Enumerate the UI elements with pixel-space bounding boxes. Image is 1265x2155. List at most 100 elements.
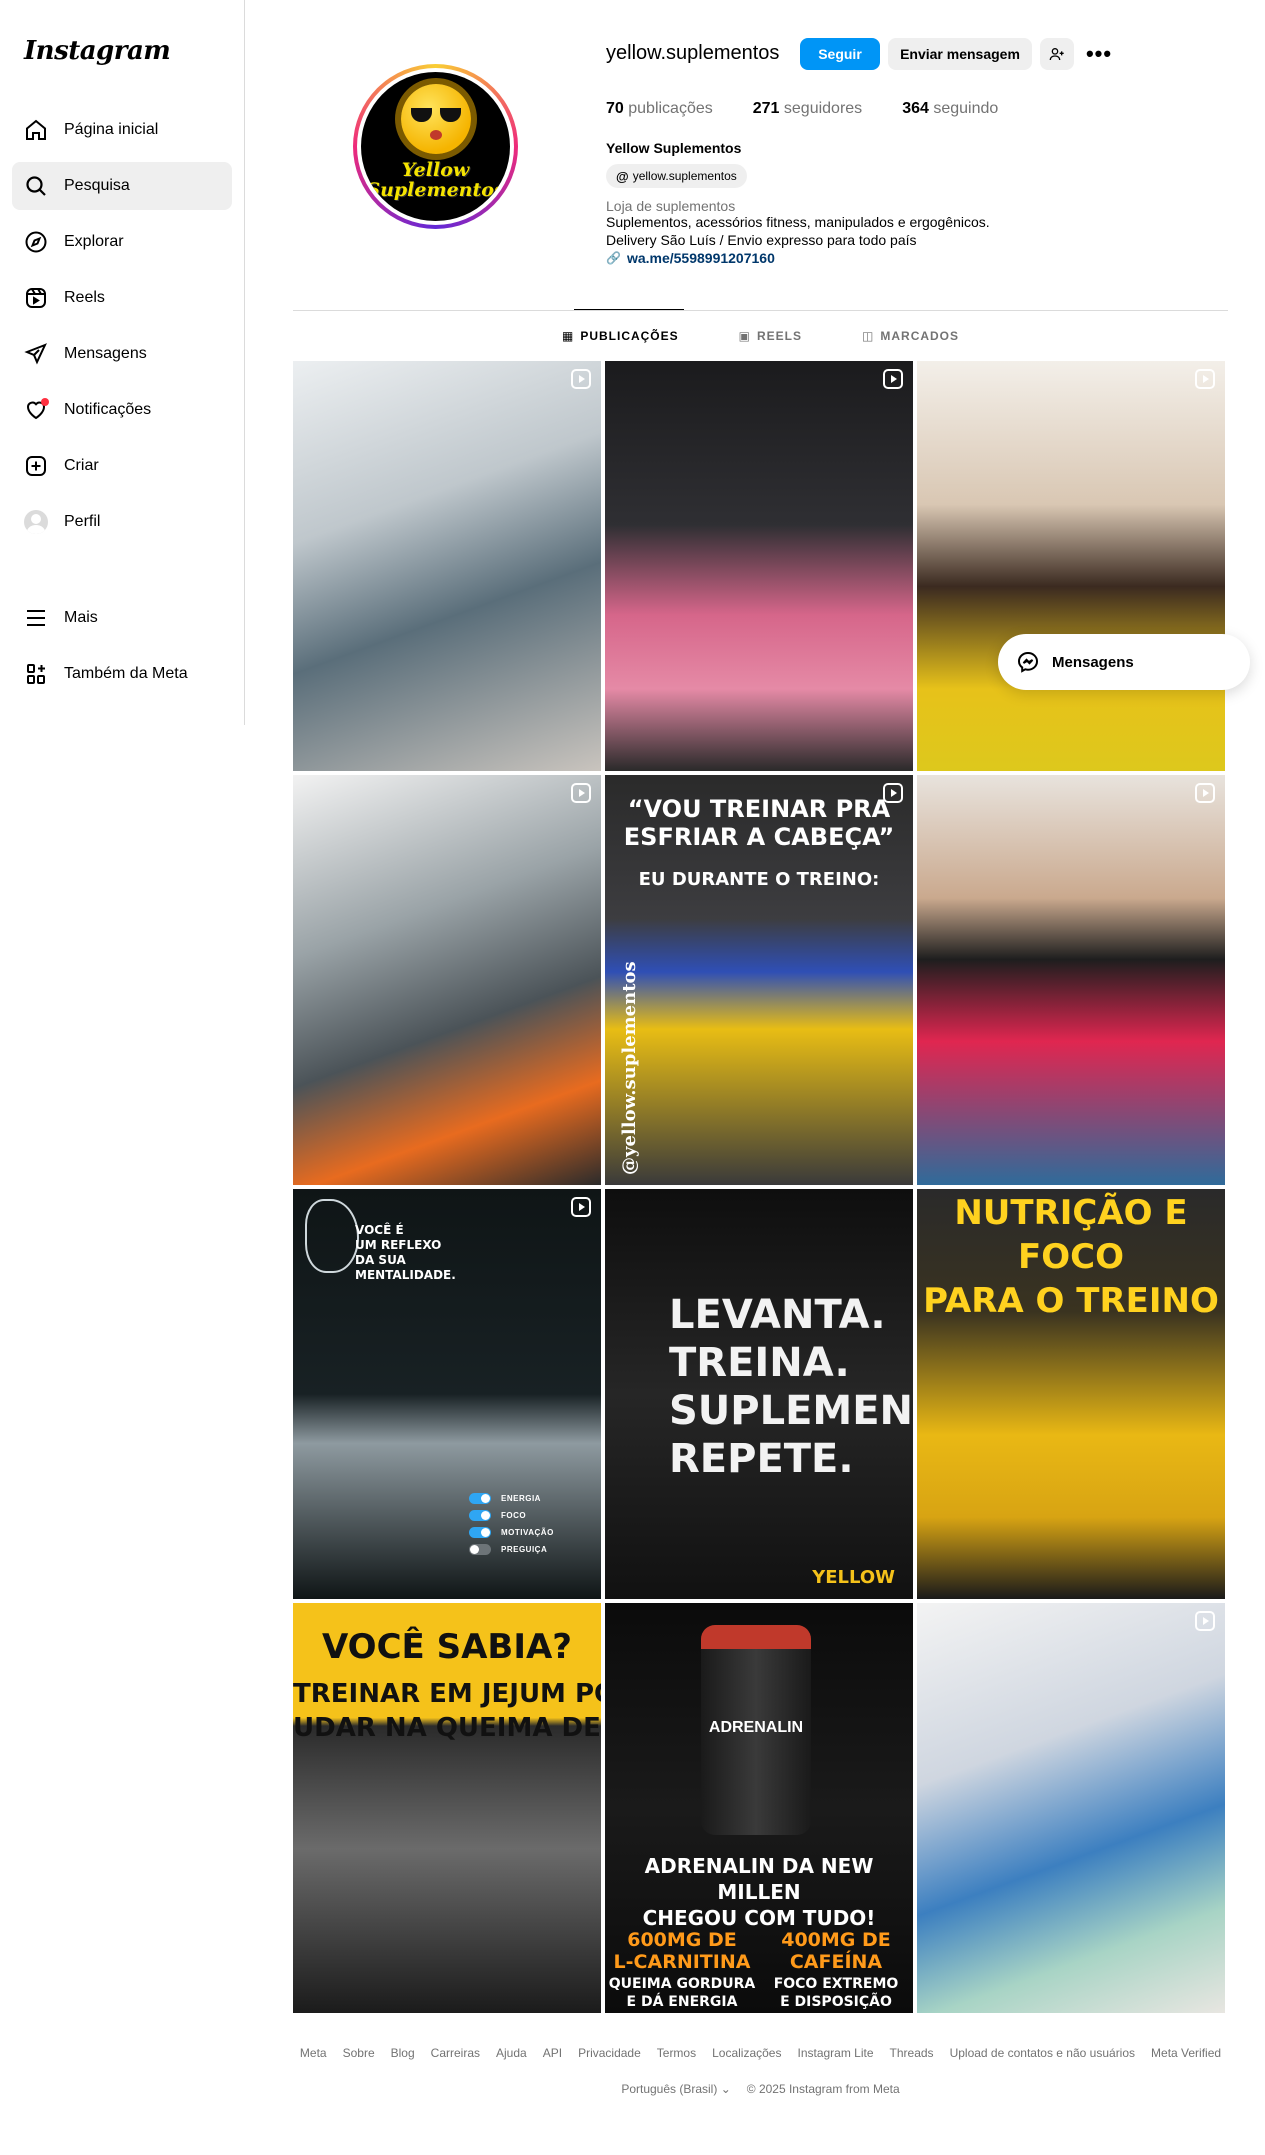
profile-username: yellow.suplementos bbox=[606, 42, 780, 64]
posts-grid: “VOU TREINAR PRA ESFRIAR A CABEÇA” EU DUR… bbox=[293, 361, 1228, 2013]
tab-posts[interactable]: ▦ PUBLICAÇÕES bbox=[562, 318, 679, 354]
reels-icon: ▣ bbox=[738, 329, 751, 343]
post-tile[interactable]: ADRENALIN ADRENALIN DA NEW MILLEN CHEGOU … bbox=[605, 1603, 913, 2013]
supplement-bottle-image: ADRENALIN bbox=[701, 1625, 811, 1835]
sidebar-item-messages[interactable]: Mensagens bbox=[12, 330, 232, 378]
footer-link[interactable]: Sobre bbox=[343, 2046, 375, 2060]
post-tile[interactable] bbox=[293, 775, 601, 1185]
post-caption: VOCÊ SABIA? bbox=[321, 1627, 573, 1667]
profile-full-name: Yellow Suplementos bbox=[606, 140, 742, 156]
add-user-icon bbox=[1049, 48, 1064, 61]
post-caption: 400MG DE CAFEÍNA bbox=[781, 1929, 891, 1973]
sidebar-item-create[interactable]: Criar bbox=[12, 442, 232, 490]
post-brand: YELLOW bbox=[812, 1567, 895, 1588]
instagram-logo[interactable]: Instagram bbox=[24, 36, 171, 66]
threads-badge[interactable]: @ yellow.suplementos bbox=[606, 164, 747, 188]
bio-link[interactable]: 🔗 wa.me/5598991207160 bbox=[606, 250, 775, 266]
sidebar-item-more[interactable]: Mais bbox=[12, 594, 232, 642]
sidebar-item-profile[interactable]: Perfil bbox=[12, 498, 232, 546]
sidebar-item-label: Reels bbox=[64, 289, 105, 306]
messenger-icon bbox=[1017, 651, 1039, 673]
threads-icon: @ bbox=[616, 168, 629, 184]
sidebar-item-label: Perfil bbox=[64, 513, 101, 530]
footer-link[interactable]: Privacidade bbox=[578, 2046, 641, 2060]
sidebar-item-home[interactable]: Página inicial bbox=[12, 106, 232, 154]
reel-icon bbox=[1195, 783, 1215, 803]
notification-dot bbox=[41, 398, 49, 406]
footer-link[interactable]: Threads bbox=[890, 2046, 934, 2060]
follow-button[interactable]: Seguir bbox=[800, 38, 880, 70]
footer-link[interactable]: Meta Verified bbox=[1151, 2046, 1221, 2060]
toggle-on-icon bbox=[469, 1510, 491, 1521]
post-tile[interactable]: LEVANTA.TREINA.SUPLEMENTA.REPETE. YELLOW bbox=[605, 1189, 913, 1599]
post-tile[interactable] bbox=[917, 1603, 1225, 2013]
sidebar-item-notifications[interactable]: Notificações bbox=[12, 386, 232, 434]
profile-avatar[interactable]: Yellow Suplementos bbox=[353, 64, 518, 229]
post-tile[interactable] bbox=[605, 361, 913, 771]
avatar-icon bbox=[24, 510, 48, 534]
sidebar-item-label: Pesquisa bbox=[64, 177, 130, 194]
post-caption: TREINAR EM JEJUM POD bbox=[293, 1679, 601, 1709]
post-caption: ADRENALIN DA NEW MILLEN CHEGOU COM TUDO! bbox=[642, 1854, 876, 1930]
sidebar: Instagram Página inicial Pesquisa Explor… bbox=[0, 0, 245, 725]
footer-link[interactable]: Localizações bbox=[712, 2046, 781, 2060]
meta-apps-icon bbox=[24, 662, 48, 686]
post-tile[interactable]: VOCÊ SABIA? TREINAR EM JEJUM POD UDAR NA… bbox=[293, 1603, 601, 2013]
tagged-icon: ◫ bbox=[862, 329, 875, 343]
footer-link[interactable]: Termos bbox=[657, 2046, 696, 2060]
post-tile[interactable]: NUTRIÇÃO E FOCO PARA O TREINO bbox=[917, 1189, 1225, 1599]
bio-line: Suplementos, acessórios fitness, manipul… bbox=[606, 214, 990, 230]
footer-bottom: Português (Brasil) ⌄ © 2025 Instagram fr… bbox=[293, 2082, 1228, 2096]
post-tile[interactable]: VOCÊ É UM REFLEXO DA SUA MENTALIDADE. ENERG… bbox=[293, 1189, 601, 1599]
search-icon bbox=[24, 174, 48, 198]
avatar-brand-text: Yellow Suplementos bbox=[366, 158, 505, 201]
post-caption: 600MG DE L-CARNITINA bbox=[613, 1929, 751, 1973]
post-watermark: @yellow.suplementos bbox=[619, 961, 640, 1175]
sidebar-item-meta[interactable]: Também da Meta bbox=[12, 650, 232, 698]
compass-icon bbox=[24, 230, 48, 254]
tab-tagged[interactable]: ◫ MARCADOS bbox=[862, 318, 959, 354]
sidebar-item-label: Página inicial bbox=[64, 121, 159, 138]
post-caption: QUEIMA GORDURA E DÁ ENERGIA bbox=[608, 1976, 756, 2010]
post-tile[interactable] bbox=[293, 361, 601, 771]
footer-link[interactable]: Upload de contatos e não usuários bbox=[950, 2046, 1135, 2060]
home-icon bbox=[24, 118, 48, 142]
sidebar-item-label: Criar bbox=[64, 457, 99, 474]
tab-reels[interactable]: ▣ REELS bbox=[739, 318, 802, 354]
toggle-off-icon bbox=[469, 1544, 491, 1555]
suggest-people-button[interactable] bbox=[1040, 38, 1074, 70]
send-message-button[interactable]: Enviar mensagem bbox=[888, 38, 1032, 70]
sun-mascot-icon bbox=[400, 83, 471, 154]
sidebar-item-search[interactable]: Pesquisa bbox=[12, 162, 232, 210]
post-caption: VOCÊ É UM REFLEXO DA SUA MENTALIDADE. bbox=[355, 1223, 456, 1282]
footer-link[interactable]: Instagram Lite bbox=[797, 2046, 873, 2060]
footer-link[interactable]: Ajuda bbox=[496, 2046, 527, 2060]
paper-plane-icon bbox=[24, 342, 48, 366]
bio-line: Delivery São Luís / Envio expresso para … bbox=[606, 232, 917, 248]
sidebar-item-reels[interactable]: Reels bbox=[12, 274, 232, 322]
post-tile[interactable]: “VOU TREINAR PRA ESFRIAR A CABEÇA” EU DUR… bbox=[605, 775, 913, 1185]
reel-icon bbox=[571, 783, 591, 803]
followers-count[interactable]: 271 seguidores bbox=[753, 100, 862, 118]
reel-icon bbox=[1195, 1611, 1215, 1631]
post-caption: LEVANTA.TREINA.SUPLEMENTA.REPETE. bbox=[669, 1292, 913, 1482]
post-tile[interactable] bbox=[917, 775, 1225, 1185]
profile-category: Loja de suplementos bbox=[606, 198, 736, 214]
footer-link[interactable]: API bbox=[543, 2046, 562, 2060]
sidebar-item-label: Mais bbox=[64, 609, 98, 626]
reel-icon bbox=[571, 1197, 591, 1217]
language-selector[interactable]: Português (Brasil) ⌄ bbox=[621, 2082, 730, 2096]
following-count[interactable]: 364 seguindo bbox=[902, 100, 998, 118]
messages-float-button[interactable]: Mensagens bbox=[998, 634, 1250, 690]
post-caption: “VOU TREINAR PRA ESFRIAR A CABEÇA” bbox=[623, 795, 895, 851]
sidebar-item-explore[interactable]: Explorar bbox=[12, 218, 232, 266]
chevron-down-icon: ⌄ bbox=[720, 2082, 731, 2096]
reels-icon bbox=[24, 286, 48, 310]
more-options-button[interactable]: ••• bbox=[1083, 38, 1115, 70]
footer-link[interactable]: Carreiras bbox=[431, 2046, 480, 2060]
footer-link[interactable]: Blog bbox=[391, 2046, 415, 2060]
sidebar-item-label: Também da Meta bbox=[64, 665, 188, 682]
avatar-logo-image: Yellow Suplementos bbox=[361, 72, 510, 221]
post-tile[interactable] bbox=[917, 361, 1225, 771]
footer-link[interactable]: Meta bbox=[300, 2046, 327, 2060]
